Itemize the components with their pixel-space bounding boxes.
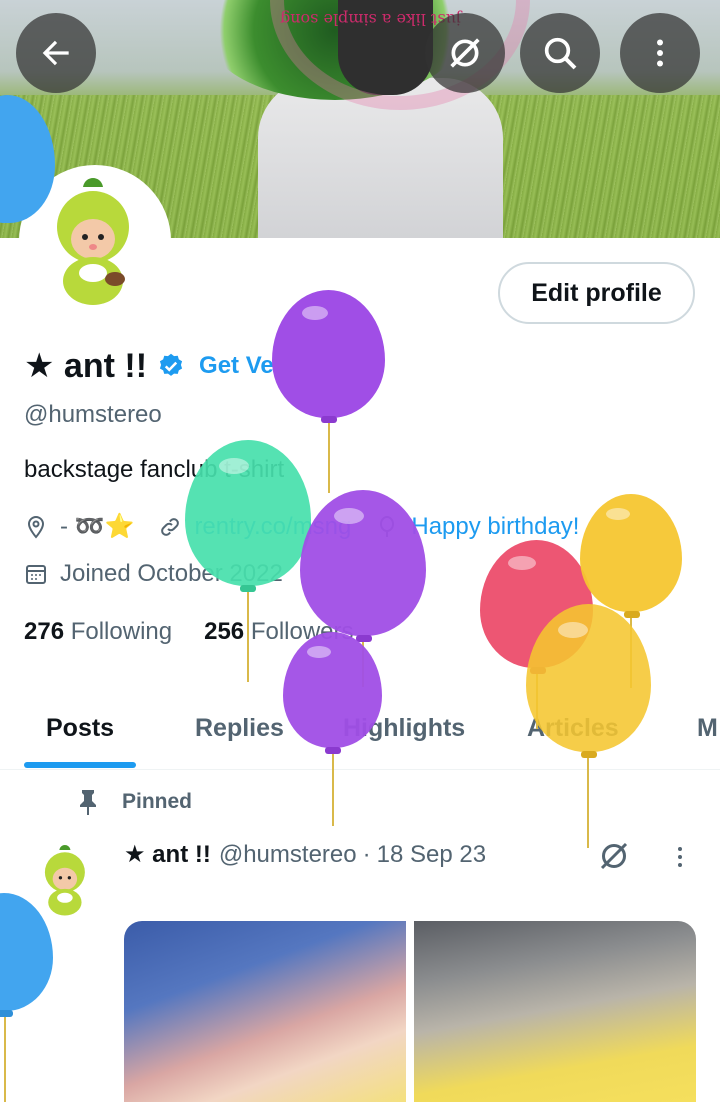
search-icon [544, 37, 577, 70]
pinned-label: Pinned [122, 790, 193, 813]
more-button[interactable] [620, 13, 700, 93]
verified-badge-icon [159, 353, 183, 376]
followers-label: Followers [250, 618, 354, 645]
tab-articles[interactable]: Articles [527, 686, 619, 770]
avatar-doll-image [57, 178, 129, 305]
post-media-image-1[interactable] [124, 921, 406, 1102]
location-icon [27, 515, 45, 539]
profile-birthday: Happy birthday! [411, 512, 580, 540]
profile-joined: Joined October 2022 [60, 560, 283, 587]
profile-location: - ➿⭐ [60, 513, 135, 540]
get-verified-link[interactable]: Get Verified [199, 352, 332, 380]
tab-highlights[interactable]: Highlights [343, 686, 465, 770]
balloon-yellow-1 [580, 494, 684, 694]
tab-replies[interactable]: Replies [195, 686, 284, 770]
balloon-icon [380, 515, 395, 537]
post-header: ★ ant !! @humstereo · 18 Sep 23 [124, 840, 486, 869]
search-button[interactable] [520, 13, 600, 93]
pin-icon [80, 790, 96, 815]
profile-meta-row: - ➿⭐ rentry.co/msng Happy birthday! [24, 512, 579, 541]
following-count: 276 [24, 618, 65, 645]
profile-tabs: Posts Replies Highlights Articles M [0, 686, 720, 770]
profile-joined-row: Joined October 2022 [24, 560, 283, 588]
following-link[interactable]: 276 Following [24, 618, 172, 646]
grok-icon [450, 38, 480, 68]
followers-count: 256 [204, 618, 245, 645]
profile-website-link[interactable]: rentry.co/msng [194, 513, 351, 541]
more-vertical-icon [657, 39, 663, 67]
following-label: Following [70, 618, 173, 645]
link-icon [161, 517, 180, 536]
balloon-purple-1 [272, 290, 386, 500]
grok-button[interactable] [425, 13, 505, 93]
tab-more[interactable]: M [697, 686, 718, 770]
post-date[interactable]: 18 Sep 23 [377, 841, 486, 869]
post-author-avatar[interactable] [26, 840, 106, 920]
display-name: ★ ant !! [24, 347, 148, 385]
post-author-name[interactable]: ★ ant !! [124, 840, 211, 869]
profile-handle: @humstereo [24, 401, 162, 428]
calendar-icon [26, 565, 46, 584]
post-more-icon[interactable] [668, 842, 692, 872]
post-grok-icon[interactable] [596, 838, 632, 874]
tab-posts[interactable]: Posts [46, 686, 114, 770]
followers-link[interactable]: 256 Followers [204, 618, 353, 646]
post-avatar-doll-image [44, 845, 85, 916]
pinned-label-row: Pinned [76, 788, 192, 816]
follow-counts: 276 Following 256 Followers [24, 618, 354, 646]
profile-avatar[interactable] [19, 165, 171, 317]
post-author-handle[interactable]: @humstereo [219, 841, 357, 869]
edit-profile-button[interactable]: Edit profile [498, 262, 695, 324]
post-media-image-2[interactable] [414, 921, 696, 1102]
post-separator: · [362, 840, 371, 868]
profile-bio: backstage fanclub t-shirt [24, 456, 285, 483]
arrow-left-icon [42, 40, 69, 66]
balloon-blue-bottom [0, 893, 55, 1102]
active-tab-indicator [24, 762, 136, 768]
display-name-row: ★ ant !! Get Verified [24, 346, 332, 386]
back-button[interactable] [16, 13, 96, 93]
